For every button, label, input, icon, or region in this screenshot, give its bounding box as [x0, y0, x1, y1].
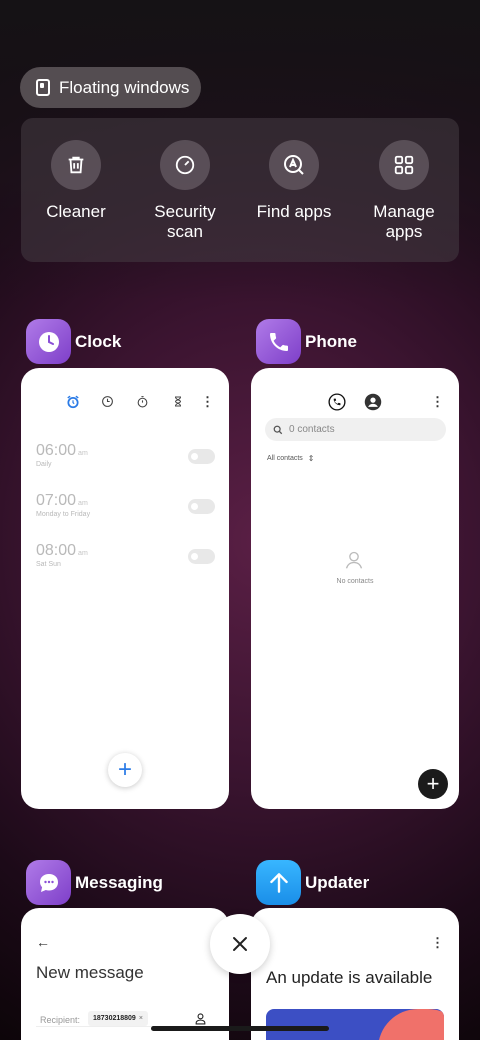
security-scan-icon — [160, 140, 210, 190]
updater-app-name: Updater — [305, 872, 370, 892]
contacts-filter-label: All contacts — [267, 455, 303, 462]
recipient-label: Recipient: — [40, 1015, 81, 1025]
messaging-card[interactable]: ← New message Recipient: 18730218809 × — [21, 908, 229, 1040]
updater-card[interactable]: ⋮ An update is available — [251, 908, 459, 1040]
alarm-time: 06:00 — [36, 442, 77, 459]
no-contacts-label: No contacts — [336, 578, 374, 585]
manage-apps-label-line2: apps — [385, 222, 423, 241]
alarm-toggle[interactable] — [188, 549, 215, 564]
manage-apps-button[interactable]: Manage apps — [349, 140, 459, 242]
alarm-repeat: Sat Sun — [36, 561, 61, 568]
alarm-ampm: am — [78, 500, 88, 507]
manage-apps-label-line1: Manage — [373, 202, 435, 221]
home-indicator[interactable] — [151, 1026, 329, 1031]
contacts-tab-icon[interactable] — [364, 393, 382, 411]
cleaner-button[interactable]: Cleaner — [21, 140, 131, 222]
updater-app-icon — [256, 860, 301, 905]
stopwatch-tab-icon[interactable] — [136, 395, 149, 408]
alarm-time: 08:00 — [36, 542, 77, 559]
dialer-tab-icon[interactable] — [328, 393, 346, 411]
world-clock-tab-icon[interactable] — [101, 395, 114, 408]
alarm-repeat: Daily — [36, 461, 52, 468]
update-banner-image — [266, 1009, 444, 1040]
sort-arrows-icon: ⇕ — [307, 454, 315, 463]
phone-card-header[interactable]: Phone — [256, 319, 357, 364]
find-apps-button[interactable]: Find apps — [239, 140, 349, 222]
back-arrow-icon[interactable]: ← — [36, 934, 50, 950]
alarm-time: 07:00 — [36, 492, 77, 509]
messaging-app-name: Messaging — [75, 872, 163, 892]
alarm-repeat: Monday to Friday — [36, 511, 91, 518]
clock-card-header[interactable]: Clock — [26, 319, 121, 364]
alarm-tab-icon[interactable] — [66, 395, 80, 409]
recipient-number: 18730218809 — [93, 1015, 136, 1022]
floating-windows-label: Floating windows — [59, 77, 190, 97]
updater-more-icon[interactable]: ⋮ — [431, 935, 444, 951]
messaging-app-icon — [26, 860, 71, 905]
recipient-chip[interactable]: 18730218809 × — [88, 1011, 148, 1026]
security-scan-button[interactable]: Security scan — [130, 140, 240, 242]
contacts-search-placeholder: 0 contacts — [289, 424, 335, 435]
remove-recipient-icon[interactable]: × — [139, 1015, 143, 1022]
cleaner-label: Cleaner — [46, 202, 106, 221]
alarm-ampm: am — [78, 550, 88, 557]
find-apps-label: Find apps — [256, 202, 332, 221]
empty-contact-icon — [345, 551, 363, 569]
search-icon — [273, 425, 283, 434]
contacts-search-field[interactable]: 0 contacts — [265, 418, 446, 441]
floating-window-icon — [36, 79, 50, 96]
timer-tab-icon[interactable] — [172, 395, 184, 408]
clock-app-name: Clock — [75, 331, 122, 351]
trash-icon — [51, 140, 101, 190]
clock-app-icon — [26, 319, 71, 364]
messaging-card-header[interactable]: Messaging — [26, 860, 163, 905]
alarm-toggle[interactable] — [188, 499, 215, 514]
grid-icon — [379, 140, 429, 190]
recipient-field[interactable]: Recipient: 18730218809 × — [36, 1003, 216, 1027]
clock-more-icon[interactable]: ⋮ — [201, 394, 214, 410]
security-scan-label-line1: Security — [154, 202, 216, 221]
phone-more-icon[interactable]: ⋮ — [431, 394, 444, 410]
add-alarm-button[interactable]: + — [108, 753, 142, 787]
add-contact-icon[interactable] — [194, 1012, 207, 1025]
close-icon — [233, 937, 247, 951]
add-contact-button[interactable]: + — [418, 769, 448, 799]
alarm-ampm: am — [78, 450, 88, 457]
close-all-button[interactable] — [210, 914, 270, 974]
contacts-filter-dropdown[interactable]: All contacts ⇕ — [267, 454, 315, 463]
find-apps-icon — [269, 140, 319, 190]
phone-card[interactable]: ⋮ 0 contacts All contacts ⇕ No contacts … — [251, 368, 459, 809]
update-available-title: An update is available — [266, 968, 433, 987]
alarm-toggle[interactable] — [188, 449, 215, 464]
quick-tools-panel: Cleaner Security scan Find apps Manage a… — [21, 118, 459, 262]
clock-card[interactable]: ⋮ 06:00 am Daily 07:00 am Monday to Friday… — [21, 368, 229, 809]
security-scan-label-line2: scan — [167, 222, 203, 241]
phone-app-name: Phone — [305, 331, 357, 351]
phone-app-icon — [256, 319, 301, 364]
new-message-title: New message — [36, 963, 144, 982]
updater-card-header[interactable]: Updater — [256, 860, 369, 905]
floating-windows-button[interactable]: Floating windows — [20, 67, 201, 108]
